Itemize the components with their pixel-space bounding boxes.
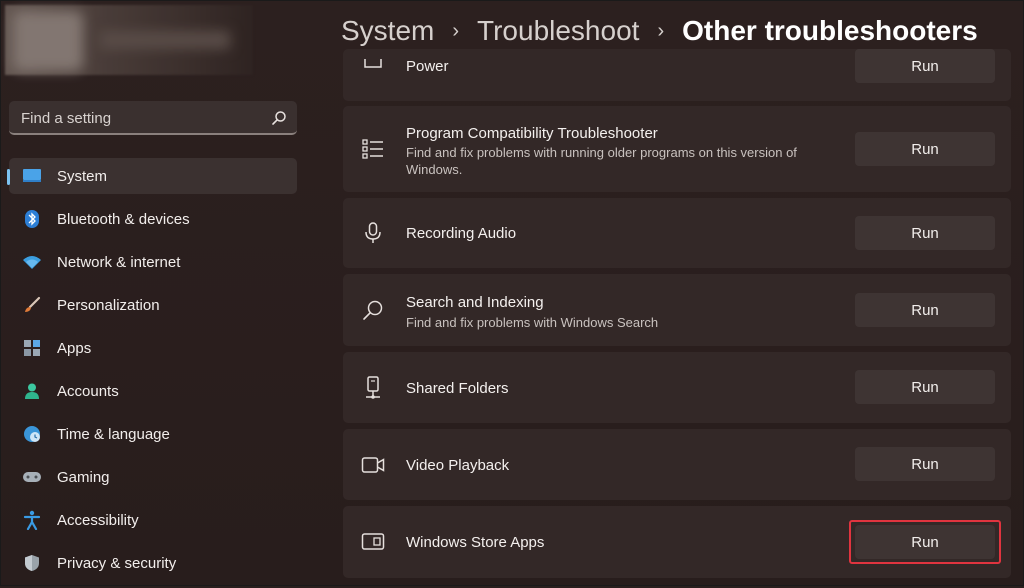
- breadcrumb-separator: ›: [657, 19, 665, 42]
- sidebar-item-label: Gaming: [57, 468, 110, 486]
- breadcrumb: System › Troubleshoot › Other troublesho…: [341, 11, 978, 51]
- sidebar-item-apps[interactable]: Apps: [9, 330, 297, 366]
- sidebar-item-privacy[interactable]: Privacy & security: [9, 545, 297, 581]
- sidebar-item-label: Bluetooth & devices: [57, 210, 190, 228]
- breadcrumb-separator: ›: [452, 19, 460, 42]
- troubleshooter-shared-folders: Shared Folders Run: [343, 352, 1011, 423]
- troubleshooter-title: Video Playback: [406, 457, 510, 474]
- troubleshooter-title: Shared Folders: [406, 380, 509, 397]
- network-drive-icon: [366, 376, 380, 399]
- sidebar-item-gaming[interactable]: Gaming: [9, 459, 297, 495]
- search-icon: [363, 300, 383, 320]
- sidebar-item-time-language[interactable]: Time & language: [9, 416, 297, 452]
- search-placeholder: Find a setting: [21, 110, 112, 127]
- sidebar-item-label: Personalization: [57, 296, 160, 314]
- page-title: Other troubleshooters: [682, 15, 978, 46]
- wifi-icon: [22, 252, 42, 272]
- run-button-shared-folders[interactable]: Run: [855, 370, 995, 404]
- troubleshooter-title: Windows Store Apps: [406, 534, 545, 551]
- sidebar-item-accessibility[interactable]: Accessibility: [9, 502, 297, 538]
- sidebar-item-label: Network & internet: [57, 253, 181, 271]
- run-button-search-indexing[interactable]: Run: [855, 293, 995, 327]
- troubleshooter-search-indexing: Search and Indexing Find and fix problem…: [343, 274, 1011, 346]
- store-apps-icon: [361, 533, 385, 550]
- troubleshooter-power: Power Run: [343, 49, 1011, 101]
- run-button-power[interactable]: Run: [855, 49, 995, 83]
- shield-icon: [22, 553, 42, 573]
- troubleshooter-program-compatibility: Program Compatibility Troubleshooter Fin…: [343, 106, 1011, 192]
- battery-icon: [364, 59, 382, 68]
- run-button-recording-audio[interactable]: Run: [855, 216, 995, 250]
- gamepad-icon: [22, 467, 42, 487]
- sidebar-item-label: Accounts: [57, 382, 119, 400]
- list-icon: [362, 139, 383, 159]
- settings-window: Find a setting System Bluetooth & device…: [0, 0, 1024, 586]
- sidebar-item-accounts[interactable]: Accounts: [9, 373, 297, 409]
- globe-clock-icon: [22, 424, 42, 444]
- sidebar-item-label: Apps: [57, 339, 92, 357]
- bluetooth-icon: [22, 209, 42, 229]
- sidebar-item-label: System: [57, 167, 108, 185]
- troubleshooter-title: Power: [406, 58, 449, 75]
- person-icon: [22, 381, 42, 401]
- troubleshooter-video-playback: Video Playback Run: [343, 429, 1011, 500]
- breadcrumb-system[interactable]: System: [341, 15, 434, 47]
- video-camera-icon: [361, 457, 385, 473]
- troubleshooter-recording-audio: Recording Audio Run: [343, 198, 1011, 268]
- apps-icon: [22, 338, 42, 358]
- user-profile-blurred[interactable]: [5, 5, 253, 75]
- avatar: [13, 11, 83, 71]
- sidebar-nav: System Bluetooth & devices Network & int…: [1, 158, 301, 588]
- troubleshooter-description: Find and fix problems with running older…: [406, 145, 797, 177]
- monitor-icon: [22, 166, 42, 186]
- account-name-blurred: [100, 31, 230, 49]
- sidebar-item-label: Accessibility: [57, 511, 139, 529]
- sidebar-item-network[interactable]: Network & internet: [9, 244, 297, 280]
- highlight-box: [849, 520, 1001, 564]
- sidebar-item-bluetooth[interactable]: Bluetooth & devices: [9, 201, 297, 237]
- troubleshooter-title: Recording Audio: [406, 225, 517, 242]
- troubleshooter-title: Program Compatibility Troubleshooter: [406, 125, 658, 142]
- sidebar-item-label: Privacy & security: [57, 554, 177, 572]
- brush-icon: [22, 295, 42, 315]
- breadcrumb-troubleshoot[interactable]: Troubleshoot: [477, 15, 639, 47]
- search-input[interactable]: Find a setting: [9, 101, 297, 135]
- troubleshooter-title: Search and Indexing: [406, 294, 544, 311]
- search-icon: [272, 111, 286, 125]
- run-button-video-playback[interactable]: Run: [855, 447, 995, 481]
- sidebar-item-personalization[interactable]: Personalization: [9, 287, 297, 323]
- sidebar-item-label: Time & language: [57, 425, 170, 443]
- troubleshooter-description: Find and fix problems with Windows Searc…: [406, 315, 659, 330]
- accessibility-icon: [22, 510, 42, 530]
- microphone-icon: [365, 222, 381, 243]
- run-button-program-compatibility[interactable]: Run: [855, 132, 995, 166]
- sidebar-item-system[interactable]: System: [7, 158, 297, 194]
